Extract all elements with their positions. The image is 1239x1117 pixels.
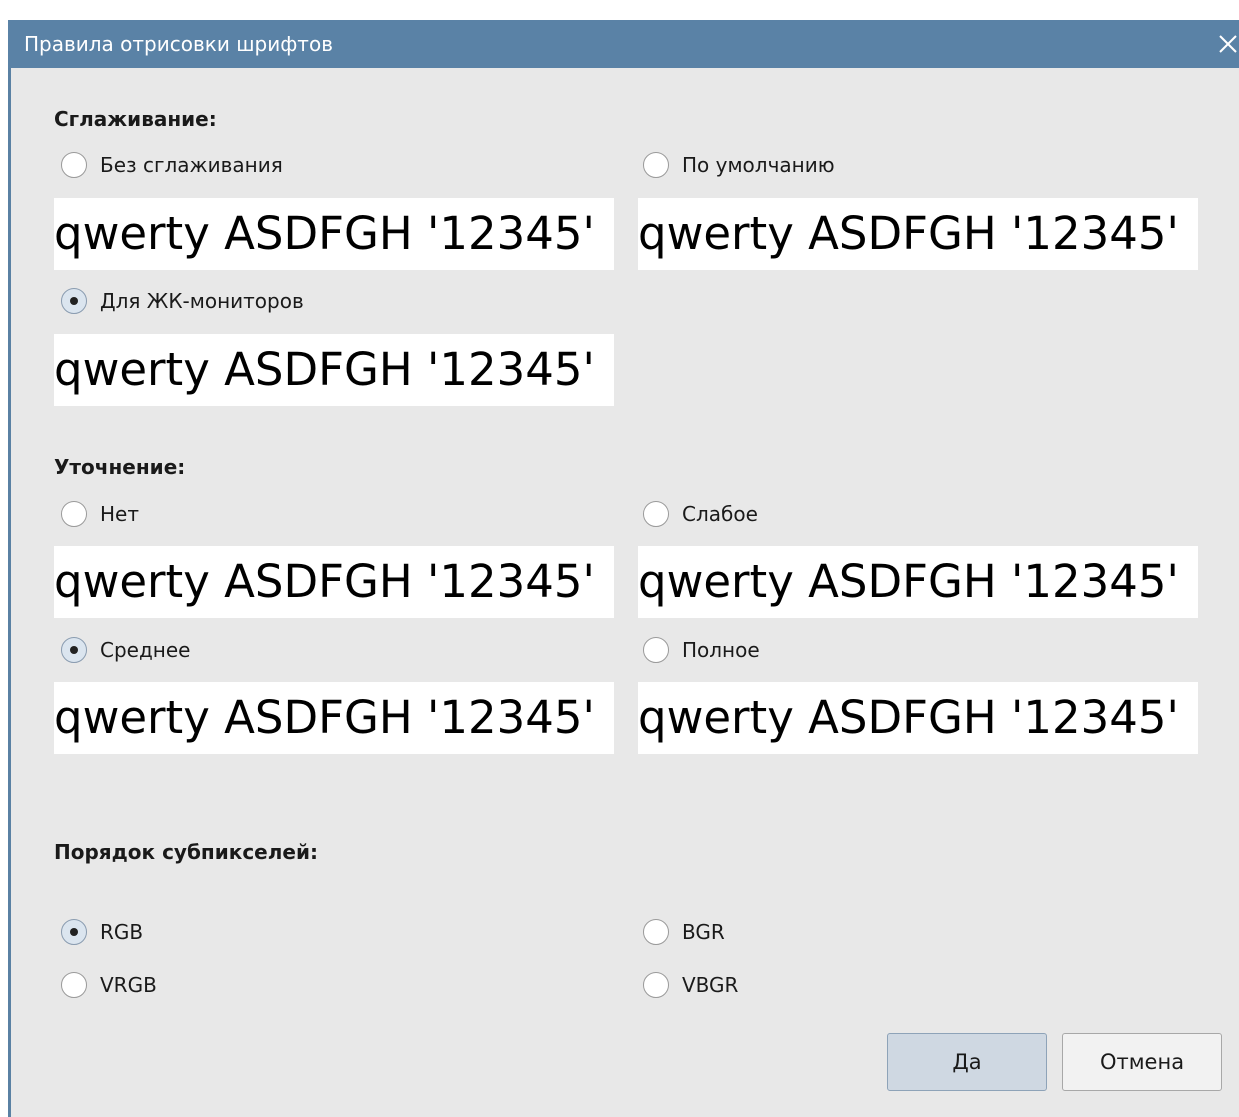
radio-button-icon xyxy=(61,501,87,527)
radio-subpixel-vrgb[interactable]: VRGB xyxy=(61,969,157,1001)
radio-subpixel-bgr[interactable]: BGR xyxy=(643,916,725,948)
font-sample-hinting-slight: qwerty ASDFGH '12345' xyxy=(638,546,1198,618)
ok-button[interactable]: Да xyxy=(887,1033,1047,1091)
window-title: Правила отрисовки шрифтов xyxy=(24,32,333,56)
radio-label: Для ЖК-мониторов xyxy=(100,289,304,313)
radio-button-icon xyxy=(61,919,87,945)
font-sample-hinting-medium: qwerty ASDFGH '12345' xyxy=(54,682,614,754)
radio-button-icon xyxy=(61,637,87,663)
radio-hinting-full[interactable]: Полное xyxy=(643,634,760,666)
radio-label: По умолчанию xyxy=(682,153,835,177)
radio-button-icon xyxy=(643,919,669,945)
radio-label: BGR xyxy=(682,920,725,944)
title-bar: Правила отрисовки шрифтов xyxy=(8,20,1239,68)
radio-button-icon xyxy=(643,152,669,178)
radio-button-icon xyxy=(61,288,87,314)
radio-button-icon xyxy=(643,637,669,663)
radio-label: VBGR xyxy=(682,973,739,997)
subpixel-section-title: Порядок субпикселей: xyxy=(54,840,318,864)
radio-default-antialiasing[interactable]: По умолчанию xyxy=(643,149,835,181)
radio-hinting-none[interactable]: Нет xyxy=(61,498,139,530)
radio-no-antialiasing[interactable]: Без сглаживания xyxy=(61,149,283,181)
radio-label: Полное xyxy=(682,638,760,662)
radio-label: Нет xyxy=(100,502,139,526)
font-sample-no-antialiasing: qwerty ASDFGH '12345' xyxy=(54,198,614,270)
cancel-button[interactable]: Отмена xyxy=(1062,1033,1222,1091)
radio-hinting-medium[interactable]: Среднее xyxy=(61,634,190,666)
radio-label: Слабое xyxy=(682,502,758,526)
font-sample-default-antialiasing: qwerty ASDFGH '12345' xyxy=(638,198,1198,270)
antialiasing-section-title: Сглаживание: xyxy=(54,107,217,131)
radio-label: Без сглаживания xyxy=(100,153,283,177)
font-sample-lcd-antialiasing: qwerty ASDFGH '12345' xyxy=(54,334,614,406)
radio-button-icon xyxy=(61,152,87,178)
radio-button-icon xyxy=(643,972,669,998)
font-sample-hinting-full: qwerty ASDFGH '12345' xyxy=(638,682,1198,754)
radio-label: Среднее xyxy=(100,638,191,662)
font-sample-hinting-none: qwerty ASDFGH '12345' xyxy=(54,546,614,618)
radio-subpixel-rgb[interactable]: RGB xyxy=(61,916,143,948)
hinting-section-title: Уточнение: xyxy=(54,455,186,479)
radio-label: VRGB xyxy=(100,973,157,997)
radio-button-icon xyxy=(643,501,669,527)
close-icon[interactable] xyxy=(1214,30,1239,58)
radio-button-icon xyxy=(61,972,87,998)
radio-label: RGB xyxy=(100,920,144,944)
radio-subpixel-vbgr[interactable]: VBGR xyxy=(643,969,738,1001)
radio-hinting-slight[interactable]: Слабое xyxy=(643,498,758,530)
radio-lcd-antialiasing[interactable]: Для ЖК-мониторов xyxy=(61,285,304,317)
font-rendering-dialog: Правила отрисовки шрифтов Сглаживание: Б… xyxy=(8,20,1239,1117)
